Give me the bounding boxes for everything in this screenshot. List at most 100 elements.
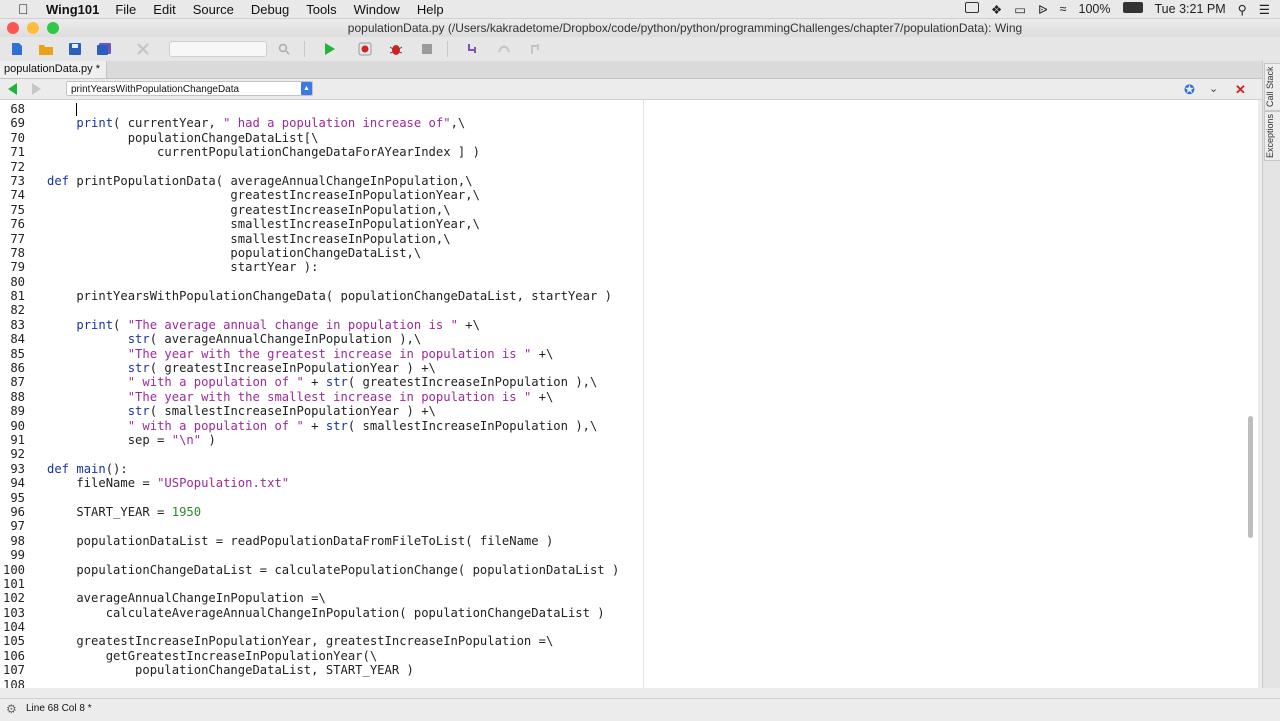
code-line[interactable]: 100 populationChangeDataList = calculate… — [0, 563, 619, 577]
code-line[interactable]: 73 def printPopulationData( averageAnnual… — [0, 174, 619, 188]
save-all-icon[interactable] — [95, 41, 113, 57]
code-line[interactable]: 79 startYear ): — [0, 260, 619, 274]
menu-edit[interactable]: Edit — [153, 2, 175, 17]
code-line[interactable]: 69 print( currentYear, " had a populatio… — [0, 116, 619, 130]
code-line[interactable]: 84 str( averageAnnualChangeInPopulation … — [0, 332, 619, 346]
line-number: 82 — [10, 303, 25, 318]
menu-file[interactable]: File — [115, 2, 136, 17]
code-line[interactable]: 78 populationChangeDataList,\ — [0, 246, 619, 260]
open-folder-icon[interactable] — [37, 41, 55, 57]
battery-icon[interactable] — [1122, 2, 1143, 16]
menu-help[interactable]: Help — [417, 2, 444, 17]
line-number: 107 — [2, 663, 25, 678]
notification-center-icon[interactable]: ☰ — [1259, 2, 1270, 17]
menu-bar:  Wing101 File Edit Source Debug Tools W… — [0, 0, 1280, 19]
code-line[interactable]: 96 START_YEAR = 1950 — [0, 505, 619, 519]
code-line[interactable]: 74 greatestIncreaseInPopulationYear,\ — [0, 188, 619, 202]
code-line[interactable]: 101 — [0, 577, 619, 591]
code-line[interactable]: 71 currentPopulationChangeDataForAYearIn… — [0, 145, 619, 159]
back-arrow-icon[interactable] — [8, 83, 17, 95]
vertical-scrollbar[interactable] — [1248, 416, 1253, 538]
line-number: 87 — [10, 375, 25, 390]
debug-icon[interactable] — [387, 41, 405, 57]
code-line[interactable]: 70 populationChangeDataList[\ — [0, 131, 619, 145]
code-line[interactable]: 75 greatestIncreaseInPopulation,\ — [0, 203, 619, 217]
code-line[interactable]: 108 — [0, 678, 619, 688]
new-file-icon[interactable] — [8, 41, 26, 57]
stop-icon[interactable] — [418, 41, 436, 57]
code-line[interactable]: 68 — [0, 102, 619, 116]
line-number: 96 — [10, 504, 25, 519]
breakpoint-icon[interactable] — [356, 41, 374, 57]
code-line[interactable]: 95 — [0, 491, 619, 505]
cut-icon[interactable] — [134, 41, 152, 57]
code-line[interactable]: 106 getGreatestIncreaseInPopulationYear(… — [0, 649, 619, 663]
run-icon[interactable] — [321, 41, 339, 57]
line-number: 90 — [10, 418, 25, 433]
code-line[interactable]: 77 smallestIncreaseInPopulation,\ — [0, 232, 619, 246]
code-line[interactable]: 82 — [0, 303, 619, 317]
code-line[interactable]: 85 "The year with the greatest increase … — [0, 347, 619, 361]
code-line[interactable]: 105 greatestIncreaseInPopulationYear, gr… — [0, 634, 619, 648]
line-number: 78 — [10, 245, 25, 260]
code-editor[interactable]: 68 69 print( currentYear, " had a popula… — [0, 100, 1258, 688]
code-line[interactable]: 103 calculateAverageAnnualChangeInPopula… — [0, 606, 619, 620]
airplay-icon[interactable]: ▭ — [1014, 2, 1026, 17]
line-number: 105 — [2, 634, 25, 649]
line-number: 95 — [10, 490, 25, 505]
code-line[interactable]: 88 "The year with the smallest increase … — [0, 390, 619, 404]
save-icon[interactable] — [66, 41, 84, 57]
code-line[interactable]: 72 — [0, 160, 619, 174]
code-line[interactable]: 97 — [0, 519, 619, 533]
code-line[interactable]: 107 populationChangeDataList, START_YEAR… — [0, 663, 619, 677]
menu-debug[interactable]: Debug — [251, 2, 289, 17]
apple-menu-icon[interactable]:  — [18, 1, 32, 17]
side-tool-panel: Call Stack Exceptions — [1262, 61, 1280, 688]
search-input[interactable] — [169, 41, 267, 57]
app-menu[interactable]: Wing101 — [46, 2, 99, 17]
menu-source[interactable]: Source — [193, 2, 234, 17]
code-line[interactable]: 91 sep = "\n" ) — [0, 433, 619, 447]
screen-record-icon[interactable] — [965, 2, 979, 16]
chevron-down-icon[interactable]: ⌄ — [1209, 82, 1218, 95]
forward-arrow-icon[interactable] — [32, 83, 41, 95]
spotlight-icon[interactable]: ⚲ — [1238, 2, 1247, 17]
code-line[interactable]: 86 str( greatestIncreaseInPopulationYear… — [0, 361, 619, 375]
scope-selector[interactable]: printYearsWithPopulationChangeData ▲ — [66, 81, 313, 96]
code-line[interactable]: 94 fileName = "USPopulation.txt" — [0, 476, 619, 490]
pin-icon[interactable]: ✪ — [1184, 82, 1195, 98]
code-line[interactable]: 93 def main(): — [0, 462, 619, 476]
code-line[interactable]: 92 — [0, 447, 619, 461]
code-line[interactable]: 80 — [0, 275, 619, 289]
code-lines[interactable]: 68 69 print( currentYear, " had a popula… — [0, 102, 619, 688]
menu-tools[interactable]: Tools — [306, 2, 336, 17]
tab-populationdata[interactable]: populationData.py * — [0, 61, 108, 78]
step-into-icon[interactable] — [464, 41, 482, 57]
code-line[interactable]: 98 populationDataList = readPopulationDa… — [0, 534, 619, 548]
step-over-icon[interactable] — [495, 41, 513, 57]
line-number: 97 — [10, 519, 25, 534]
code-line[interactable]: 76 smallestIncreaseInPopulationYear,\ — [0, 217, 619, 231]
close-editor-icon[interactable]: ✕ — [1235, 82, 1246, 98]
gear-icon[interactable]: ⚙ — [6, 699, 17, 719]
code-line[interactable]: 104 — [0, 620, 619, 634]
code-line[interactable]: 102 averageAnnualChangeInPopulation =\ — [0, 591, 619, 605]
dropbox-icon[interactable]: ❖ — [991, 2, 1002, 17]
step-out-icon[interactable] — [526, 41, 544, 57]
code-line[interactable]: 83 print( "The average annual change in … — [0, 318, 619, 332]
code-line[interactable]: 81 printYearsWithPopulationChangeData( p… — [0, 289, 619, 303]
clock[interactable]: Tue 3:21 PM — [1155, 2, 1226, 16]
search-icon[interactable] — [275, 41, 293, 57]
code-line[interactable]: 89 str( smallestIncreaseInPopulationYear… — [0, 404, 619, 418]
line-number: 89 — [10, 404, 25, 419]
line-number: 81 — [10, 289, 25, 304]
tab-call-stack[interactable]: Call Stack — [1264, 63, 1280, 111]
code-line[interactable]: 90 " with a population of " + str( small… — [0, 419, 619, 433]
bluetooth-icon[interactable]: ᐉ — [1038, 2, 1048, 17]
code-line[interactable]: 99 — [0, 548, 619, 562]
tab-exceptions[interactable]: Exceptions — [1264, 111, 1280, 161]
chevron-updown-icon[interactable]: ▲ — [301, 82, 312, 95]
code-line[interactable]: 87 " with a population of " + str( great… — [0, 375, 619, 389]
menu-window[interactable]: Window — [354, 2, 400, 17]
wifi-icon[interactable]: ≈ — [1060, 2, 1067, 16]
